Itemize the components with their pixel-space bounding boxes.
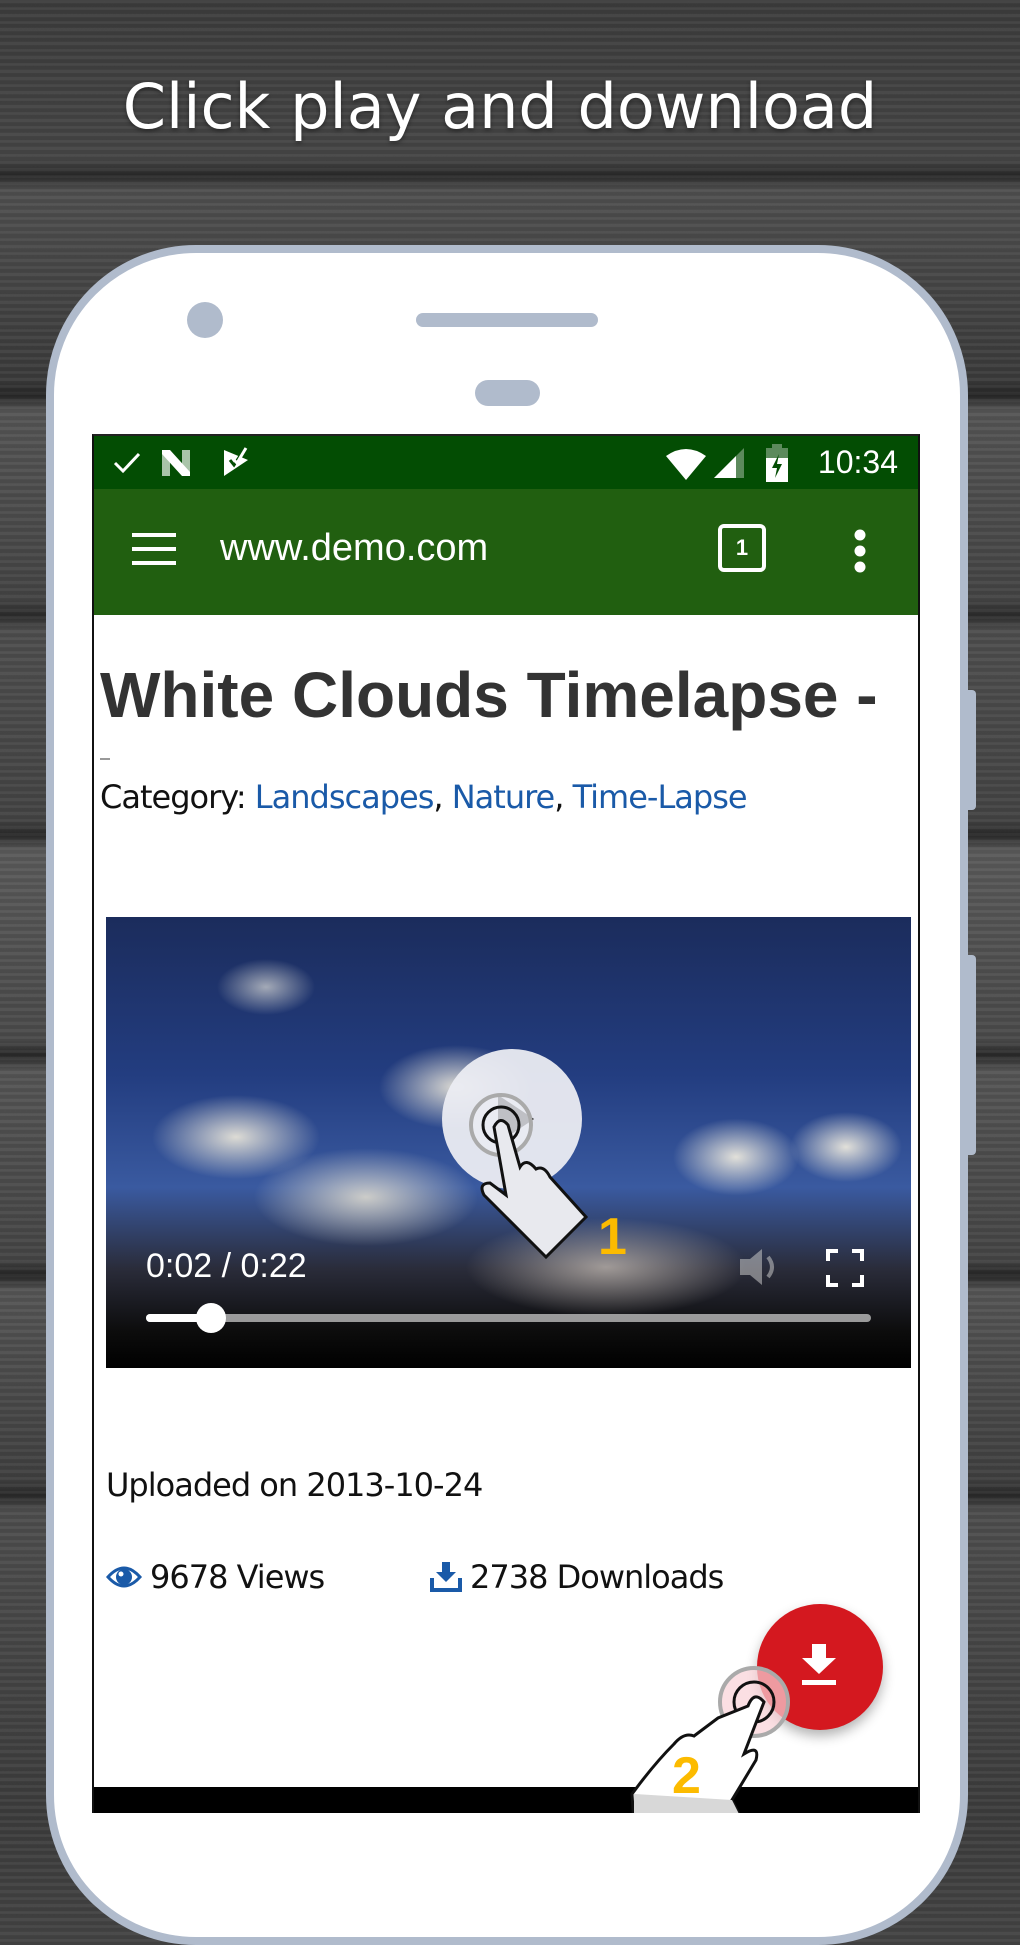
check-icon <box>113 452 141 474</box>
proximity-sensor <box>475 380 540 406</box>
video-time-readout: 0:02 / 0:22 <box>146 1247 307 1285</box>
hamburger-icon[interactable] <box>132 533 176 565</box>
views-count: 9678 Views <box>106 1558 325 1596</box>
separator: , <box>554 778 573 816</box>
views-text: 9678 Views <box>150 1558 325 1596</box>
more-vert-icon[interactable] <box>852 527 868 575</box>
url-field[interactable]: www.demo.com <box>220 527 488 570</box>
step-number-2: 2 <box>672 1747 701 1805</box>
tap-hand-icon <box>630 1666 790 1813</box>
wifi-icon <box>666 449 706 480</box>
title-divider <box>100 758 110 760</box>
status-time: 10:34 <box>817 444 898 480</box>
category-link-nature[interactable]: Nature <box>452 778 556 816</box>
volume-icon[interactable] <box>738 1245 784 1289</box>
bottom-video-strip <box>94 1787 918 1813</box>
download-tray-icon <box>430 1562 462 1592</box>
task-check-icon <box>224 447 248 476</box>
category-line: Category: Landscapes, Nature, Time-Lapse <box>100 778 748 816</box>
eye-icon <box>106 1566 142 1588</box>
category-link-time-lapse[interactable]: Time-Lapse <box>573 778 748 816</box>
earpiece-speaker <box>416 313 598 327</box>
download-icon <box>802 1644 836 1685</box>
seek-thumb[interactable] <box>196 1303 227 1333</box>
tab-switcher-button[interactable]: 1 <box>718 524 766 572</box>
n-app-icon <box>162 450 190 476</box>
caption-heading: Click play and download <box>122 70 878 143</box>
downloads-count: 2738 Downloads <box>430 1558 724 1596</box>
page-title: White Clouds Timelapse - <box>100 659 878 731</box>
upload-date: Uploaded on 2013-10-24 <box>106 1466 483 1504</box>
phone-power-button <box>968 955 976 1155</box>
phone-screen: 10:34 www.demo.com 1 White Clouds Timela… <box>92 434 920 1813</box>
separator: , <box>433 778 452 816</box>
signal-icon <box>714 448 744 478</box>
seek-bar[interactable] <box>146 1303 871 1333</box>
fullscreen-icon[interactable] <box>826 1249 864 1287</box>
phone-volume-button <box>968 690 976 810</box>
video-player[interactable]: 0:02 / 0:22 1 <box>106 917 911 1368</box>
downloads-text: 2738 Downloads <box>470 1558 724 1596</box>
status-bar: 10:34 <box>94 436 918 489</box>
step-number-1: 1 <box>598 1208 627 1266</box>
browser-toolbar: www.demo.com 1 <box>94 489 918 615</box>
battery-charging-icon <box>766 444 788 482</box>
front-camera <box>187 302 223 338</box>
category-label: Category: <box>100 778 255 816</box>
category-link-landscapes[interactable]: Landscapes <box>255 778 435 816</box>
